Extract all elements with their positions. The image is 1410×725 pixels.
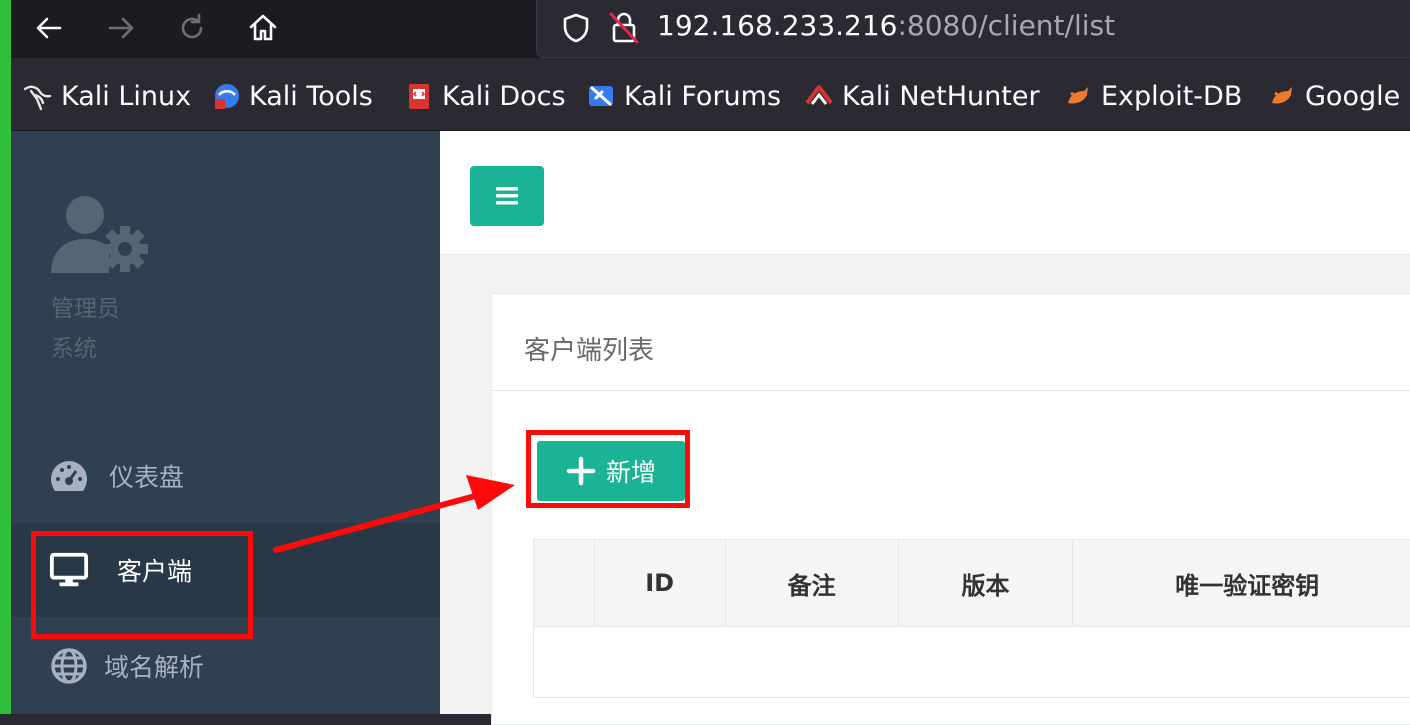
annotation-arrow [0,0,1410,714]
